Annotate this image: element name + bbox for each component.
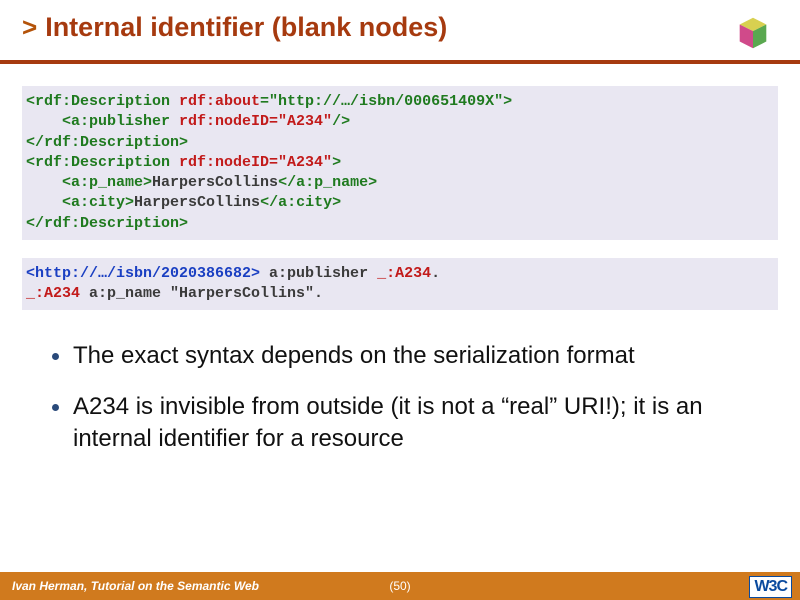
code-block-rdfxml: <rdf:Description rdf:about="http://…/isb… [22, 86, 778, 240]
slide-footer: Ivan Herman, Tutorial on the Semantic We… [0, 572, 800, 600]
code-token: . [431, 265, 440, 282]
footer-author: Ivan Herman, Tutorial on the Semantic We… [12, 579, 259, 593]
code-token: <rdf:Description [26, 93, 179, 110]
code-block-turtle: <http://…/isbn/2020386682> a:publisher _… [22, 258, 778, 311]
code-token: rdf:nodeID="A234" [179, 113, 332, 130]
code-token: </rdf:Description> [26, 134, 188, 151]
code-token: <rdf:Description [26, 154, 179, 171]
bullet-text: The exact syntax depends on the serializ… [73, 340, 635, 372]
code-token: </rdf:Description> [26, 215, 188, 232]
chevron-icon: > [22, 12, 37, 43]
code-token: HarpersCollins [134, 194, 260, 211]
title-wrap: > Internal identifier (blank nodes) [22, 12, 447, 43]
bullet-text: A234 is invisible from outside (it is no… [73, 391, 778, 456]
list-item: A234 is invisible from outside (it is no… [32, 391, 778, 456]
w3c-logo: W3C [749, 576, 792, 598]
code-token: rdf:nodeID="A234" [179, 154, 332, 171]
slide-header: > Internal identifier (blank nodes) [0, 0, 800, 60]
page-title: Internal identifier (blank nodes) [45, 12, 447, 43]
code-token: rdf:about [179, 93, 260, 110]
code-token: a:p_name [80, 285, 170, 302]
w3c-logo-text: W3C [749, 576, 792, 598]
code-token: <a:publisher [26, 113, 179, 130]
code-token: _:A234 [377, 265, 431, 282]
header-divider [0, 60, 800, 64]
code-token: HarpersCollins [152, 174, 278, 191]
code-token: a:publisher [260, 265, 377, 282]
code-token: </a:city> [260, 194, 341, 211]
code-token: <a:p_name> [26, 174, 152, 191]
code-token: <http://…/isbn/2020386682> [26, 265, 260, 282]
bullet-icon [52, 353, 59, 360]
code-token: "HarpersCollins". [170, 285, 323, 302]
cube-icon [734, 14, 772, 52]
code-token: ="http://…/isbn/000651409X"> [260, 93, 512, 110]
list-item: The exact syntax depends on the serializ… [32, 340, 778, 372]
code-token: <a:city> [26, 194, 134, 211]
bullet-list: The exact syntax depends on the serializ… [22, 340, 778, 455]
code-token: > [332, 154, 341, 171]
code-token: /> [332, 113, 350, 130]
code-token: </a:p_name> [278, 174, 377, 191]
code-token: _:A234 [26, 285, 80, 302]
bullet-icon [52, 404, 59, 411]
page-number: (50) [389, 579, 410, 593]
slide-content: <rdf:Description rdf:about="http://…/isb… [0, 86, 800, 455]
